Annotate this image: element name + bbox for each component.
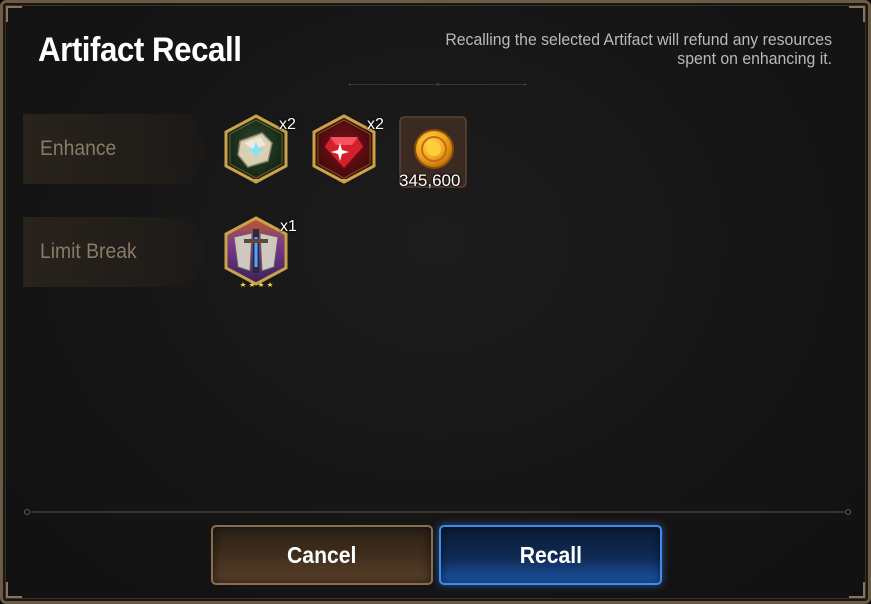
cancel-button[interactable]: Cancel [211, 525, 433, 585]
row-label-text: Limit Break [40, 240, 137, 263]
item-quantity: x2 [367, 116, 384, 133]
recall-button-label: Recall [519, 541, 582, 568]
artifact-recall-dialog: Artifact Recall Recalling the selected A… [0, 0, 871, 604]
row-label-limit-break: Limit Break [23, 217, 207, 287]
item-quantity: x1 [280, 218, 297, 235]
header-divider [348, 83, 527, 86]
frame-corner [6, 582, 22, 598]
row-label-enhance: Enhance [23, 114, 207, 184]
description-line: Recalling the selected Artifact will ref… [445, 30, 832, 49]
footer-divider [24, 509, 851, 515]
resource-item[interactable]: x2 [222, 113, 296, 185]
row-label-text: Enhance [40, 137, 117, 160]
dialog-title: Artifact Recall [38, 31, 242, 69]
frame-corner [849, 6, 865, 22]
resource-item[interactable]: x2 [310, 113, 384, 185]
resource-item-gold[interactable]: 345,600 [399, 116, 467, 190]
recall-button[interactable]: Recall [439, 525, 662, 585]
artifact-item[interactable]: x1 [222, 215, 297, 295]
cancel-button-label: Cancel [287, 541, 357, 568]
description-line: spent on enhancing it. [677, 49, 832, 68]
dialog-description: Recalling the selected Artifact will ref… [395, 30, 832, 68]
frame-corner [849, 582, 865, 598]
frame-corner [6, 6, 22, 22]
item-quantity: x2 [279, 116, 296, 133]
gold-amount: 345,600 [399, 171, 461, 190]
